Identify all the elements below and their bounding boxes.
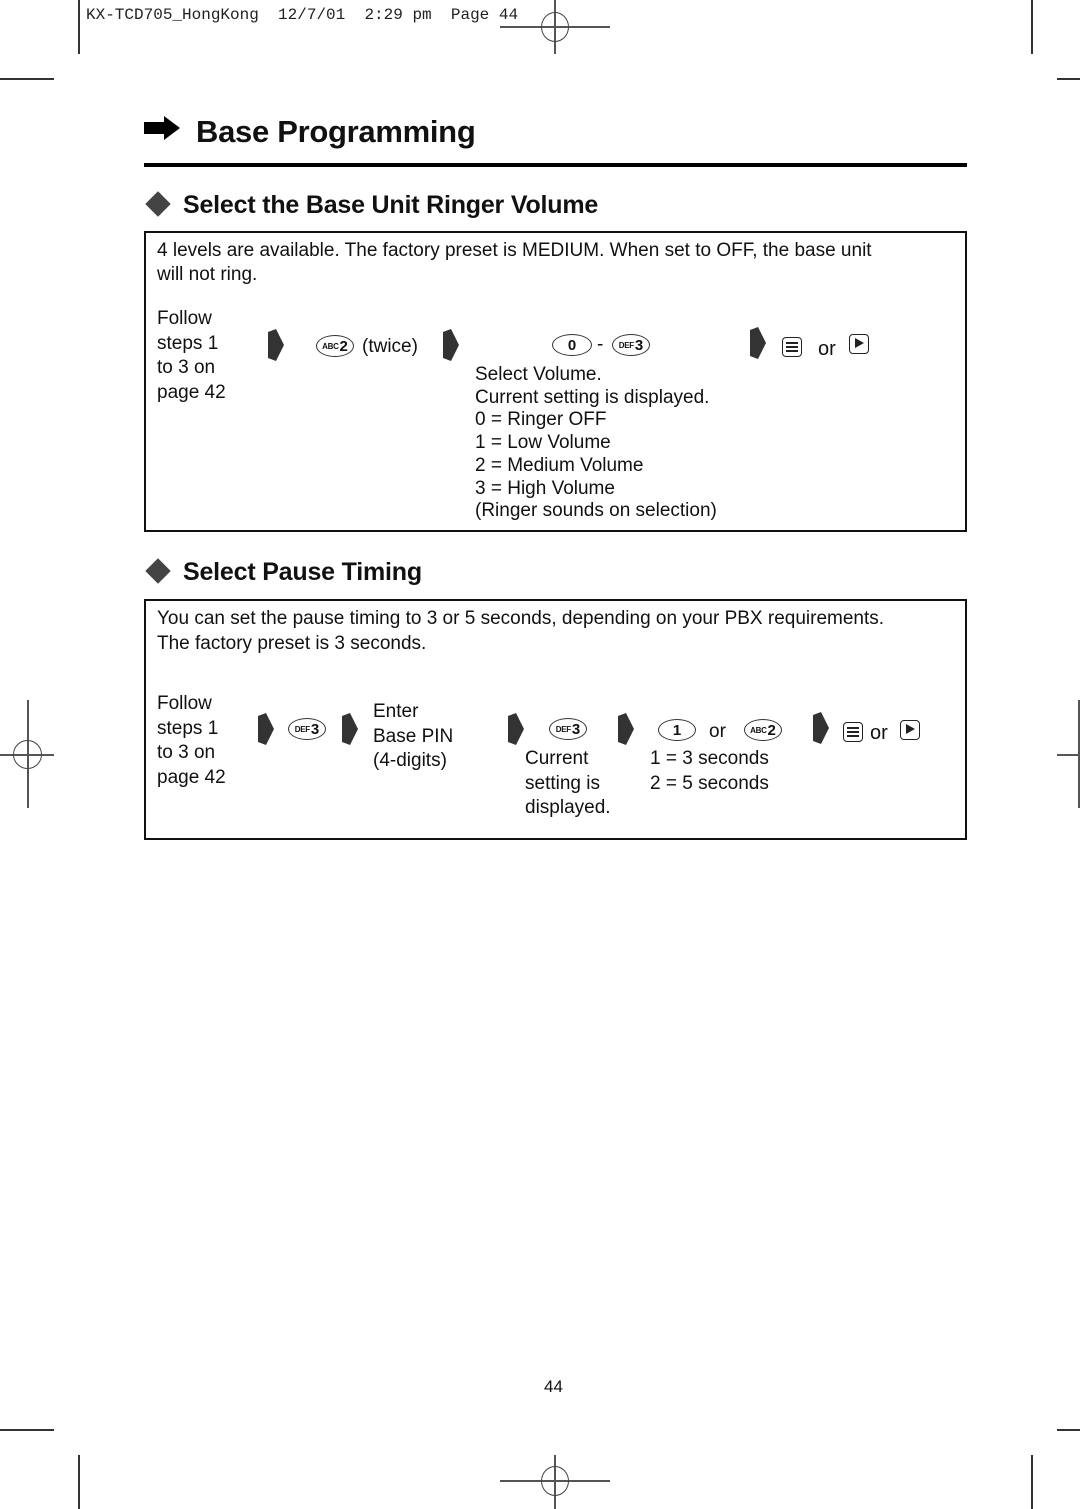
title-rule bbox=[144, 163, 967, 167]
crop-mark bbox=[78, 1455, 80, 1509]
step-arrow-icon bbox=[342, 713, 358, 745]
crop-mark bbox=[1031, 1455, 1033, 1509]
or-text: or bbox=[709, 721, 726, 742]
follow-steps-text: Follow steps 1 to 3 on page 42 bbox=[157, 693, 226, 788]
diamond-bullet-icon bbox=[145, 191, 171, 217]
crop-mark bbox=[1057, 1429, 1080, 1431]
ringer-volume-box: 4 levels are available. The factory pres… bbox=[144, 231, 967, 532]
play-icon bbox=[849, 334, 869, 354]
arrow-right-icon bbox=[144, 116, 180, 140]
registration-mark bbox=[541, 12, 569, 42]
page-title: Base Programming bbox=[196, 114, 476, 149]
step-arrow-icon bbox=[508, 713, 524, 745]
pause-timing-box: You can set the pause timing to 3 or 5 s… bbox=[144, 599, 967, 840]
registration-mark bbox=[13, 740, 42, 769]
crop-mark bbox=[1057, 78, 1080, 80]
page-number: 44 bbox=[544, 1377, 563, 1396]
crop-mark bbox=[1031, 0, 1033, 54]
key-0: 0 bbox=[552, 334, 592, 356]
volume-description: Select Volume. Current setting is displa… bbox=[475, 364, 717, 522]
registration-mark bbox=[541, 1466, 569, 1496]
play-icon bbox=[900, 720, 920, 740]
crop-mark bbox=[0, 78, 54, 80]
crop-mark bbox=[0, 1429, 54, 1431]
range-dash: - bbox=[597, 334, 604, 355]
diamond-bullet-icon bbox=[145, 558, 171, 584]
twice-note: (twice) bbox=[362, 336, 418, 357]
follow-steps-text: Follow steps 1 to 3 on page 42 bbox=[157, 308, 226, 403]
step-arrow-icon bbox=[443, 329, 459, 361]
section-title-pause-timing: Select Pause Timing bbox=[183, 558, 422, 586]
intro-text: 4 levels are available. The factory pres… bbox=[157, 240, 872, 261]
menu-icon bbox=[782, 337, 802, 357]
or-text: or bbox=[818, 338, 836, 360]
step-arrow-icon bbox=[618, 713, 634, 745]
step-arrow-icon bbox=[750, 327, 766, 359]
menu-icon bbox=[843, 722, 863, 742]
or-text: or bbox=[870, 722, 888, 744]
enter-base-pin-text: Enter Base PIN (4-digits) bbox=[373, 701, 454, 771]
key-abc-2: ABC 2 bbox=[744, 719, 782, 741]
key-1: 1 bbox=[658, 719, 696, 741]
step-arrow-icon bbox=[258, 713, 274, 745]
key-def-3: DEF 3 bbox=[549, 718, 587, 740]
intro-text: The factory preset is 3 seconds. bbox=[157, 633, 427, 654]
intro-text: will not ring. bbox=[157, 264, 258, 285]
key-def-3: DEF 3 bbox=[612, 334, 650, 356]
intro-text: You can set the pause timing to 3 or 5 s… bbox=[157, 608, 885, 629]
seconds-options-text: 1 = 3 seconds 2 = 5 seconds bbox=[650, 748, 769, 794]
print-header: KX-TCD705_HongKong 12/7/01 2:29 pm Page … bbox=[86, 6, 519, 24]
section-title-ringer-volume: Select the Base Unit Ringer Volume bbox=[183, 191, 599, 219]
registration-line bbox=[1057, 754, 1080, 756]
crop-mark bbox=[78, 0, 80, 54]
step-arrow-icon bbox=[813, 712, 829, 744]
key-abc-2: ABC 2 bbox=[316, 335, 354, 357]
registration-line bbox=[1078, 700, 1080, 808]
step-arrow-icon bbox=[268, 329, 284, 361]
current-setting-text: Current setting is displayed. bbox=[525, 748, 611, 818]
key-def-3: DEF 3 bbox=[288, 718, 326, 740]
